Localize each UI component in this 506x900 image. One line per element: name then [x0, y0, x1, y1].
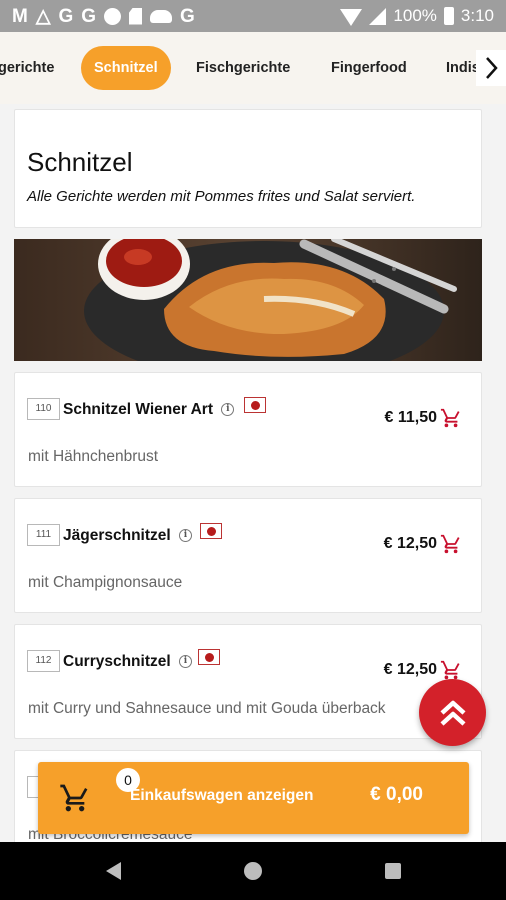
drive-icon: △ [35, 5, 51, 27]
status-bar: M △ G G G 100% 3:10 [0, 0, 506, 32]
tab-gerichte[interactable]: gerichte [0, 46, 54, 90]
status-system-icons: 100% 3:10 [340, 6, 494, 26]
page-subtitle: Alle Gerichte werden mit Pommes frites u… [27, 188, 416, 205]
category-tabs: gerichte Schnitzel Fischgerichte Fingerf… [0, 32, 506, 104]
tab-indis[interactable]: Indis [446, 46, 480, 90]
menu-item-card[interactable]: 111 Jägerschnitzel i € 12,50 mit Champig… [14, 498, 482, 613]
cart-label: Einkaufswagen anzeigen [130, 787, 314, 804]
info-icon[interactable]: i [221, 403, 235, 417]
item-number: 111 [27, 524, 60, 546]
gmail-icon: M [12, 5, 28, 27]
item-number: 110 [27, 398, 60, 420]
shopping-cart-icon [60, 784, 88, 812]
item-description: mit Champignonsauce [28, 574, 183, 591]
item-price: € 12,50 [383, 661, 437, 678]
item-name-row: Jägerschnitzel i [63, 527, 192, 545]
circle-icon [104, 7, 122, 25]
battery-level: 100% [393, 6, 437, 25]
add-to-cart-icon[interactable] [439, 407, 463, 429]
item-description: mit Curry und Sahnesauce und mit Gouda ü… [28, 700, 386, 717]
japan-flag-icon [244, 397, 266, 413]
clock: 3:10 [460, 6, 494, 25]
tab-fingerfood[interactable]: Fingerfood [331, 46, 407, 90]
tabs-scroll-right-button[interactable] [476, 50, 506, 86]
item-name-row: Curryschnitzel i [63, 653, 192, 671]
section-header-card: Schnitzel Alle Gerichte werden mit Pomme… [14, 109, 482, 228]
scroll-to-top-button[interactable] [419, 679, 486, 746]
google-icon: G [58, 5, 74, 27]
info-icon[interactable]: i [179, 529, 192, 543]
item-name: Curryschnitzel [63, 653, 171, 670]
signal-icon [369, 7, 387, 25]
show-cart-button[interactable]: 0 Einkaufswagen anzeigen € 0,00 [38, 762, 469, 834]
japan-flag-icon [198, 649, 220, 665]
battery-icon [443, 7, 454, 25]
cloud-icon [150, 9, 173, 23]
recent-apps-icon[interactable] [385, 863, 401, 879]
item-price: € 12,50 [383, 535, 437, 552]
tab-schnitzel[interactable]: Schnitzel [81, 46, 171, 90]
double-chevron-up-icon [439, 700, 466, 726]
home-icon[interactable] [244, 862, 262, 880]
sd-card-icon [129, 7, 143, 25]
menu-item-card[interactable]: 110 Schnitzel Wiener Art i € 11,50 mit H… [14, 372, 482, 487]
back-icon[interactable] [106, 862, 121, 880]
cart-total: € 0,00 [370, 784, 423, 805]
tab-fischgerichte[interactable]: Fischgerichte [196, 46, 290, 90]
menu-item-card[interactable]: 112 Curryschnitzel i € 12,50 mit Curry u… [14, 624, 482, 739]
item-number: 112 [27, 650, 60, 672]
item-name: Jägerschnitzel [63, 527, 171, 544]
item-description: mit Hähnchenbrust [28, 448, 159, 465]
add-to-cart-icon[interactable] [439, 533, 463, 555]
schnitzel-hero-image [14, 239, 482, 361]
page-title: Schnitzel [27, 147, 133, 177]
status-notification-icons: M △ G G G [12, 7, 195, 26]
schnitzel-photo-illustration [14, 239, 482, 361]
google-icon: G [180, 5, 195, 27]
add-to-cart-icon[interactable] [439, 659, 463, 681]
item-name-row: Schnitzel Wiener Art i [63, 401, 235, 419]
google-icon: G [81, 5, 97, 27]
wifi-icon [340, 8, 363, 26]
item-price: € 11,50 [384, 409, 438, 426]
chevron-right-icon [486, 57, 498, 79]
japan-flag-icon [200, 523, 222, 539]
info-icon[interactable]: i [178, 655, 192, 669]
android-nav-bar [0, 842, 506, 900]
item-name: Schnitzel Wiener Art [63, 401, 214, 418]
